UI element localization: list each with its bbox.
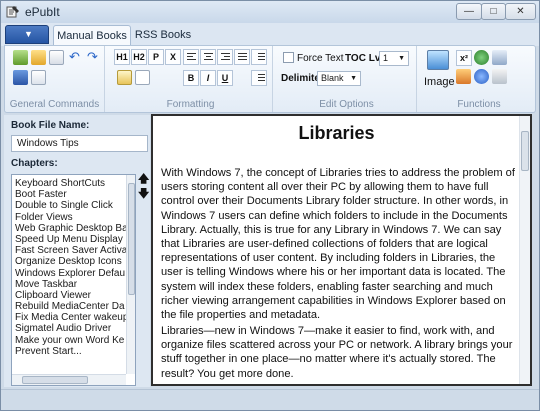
new-book-icon[interactable] — [13, 50, 28, 65]
chapter-list-item[interactable]: Organize Desktop Icons — [12, 256, 135, 267]
content-vertical-scrollbar[interactable] — [519, 116, 530, 384]
group-label-general: General Commands — [9, 99, 100, 110]
left-pane: Book File Name: Windows Tips Chapters: K… — [4, 115, 150, 387]
minimize-button[interactable]: — — [456, 3, 482, 20]
tab-rss-books[interactable]: RSS Books — [133, 25, 193, 46]
ribbon-tab-strip: ▼ Manual Books RSS Books — [1, 23, 539, 46]
chapter-list-item[interactable]: Prevent Start... — [12, 346, 135, 357]
group-label-formatting: Formatting — [166, 99, 215, 110]
italic-button[interactable]: I — [200, 70, 216, 86]
chapter-list-item[interactable]: Sigmatel Audio Driver — [12, 323, 135, 334]
save-icon[interactable] — [13, 70, 28, 85]
export-epub-icon[interactable] — [31, 70, 46, 85]
chapter-list-item[interactable]: Fix Media Center wakeup — [12, 312, 135, 323]
group-functions: Image x² Functions — [421, 46, 537, 112]
image-label[interactable]: Image — [424, 76, 455, 88]
insert-text-icon[interactable] — [135, 70, 150, 85]
image-icon[interactable] — [427, 50, 449, 70]
force-text-label: Force Text — [297, 53, 344, 64]
ribbon: ↶ ↷ General Commands H1 H2 P X B I U For… — [4, 45, 536, 113]
scroll-thumb[interactable] — [22, 376, 88, 384]
superscript-button[interactable]: x² — [456, 50, 472, 66]
application-menu-button[interactable]: ▼ — [5, 25, 49, 44]
toc-lvl-value: 1 — [383, 53, 389, 63]
book-file-label: Book File Name: — [11, 120, 90, 131]
numbered-list-icon[interactable] — [251, 70, 267, 86]
chapter-list-item[interactable]: Fast Screen Saver Activat — [12, 245, 135, 256]
group-formatting: H1 H2 P X B I U Formatting — [109, 46, 273, 112]
chapter-list-item[interactable]: Clipboard Viewer — [12, 290, 135, 301]
undo-icon[interactable]: ↶ — [67, 50, 82, 65]
chapter-list-item[interactable]: Boot Faster — [12, 189, 135, 200]
paragraph-button[interactable]: P — [148, 49, 164, 65]
status-bar — [1, 389, 539, 410]
toc-lvl-dropdown[interactable]: 1 ▼ — [379, 51, 409, 66]
delimiter-value: Blank — [321, 73, 344, 83]
chapter-list-item[interactable]: Keyboard ShortCuts — [12, 178, 135, 189]
align-right-icon[interactable] — [217, 49, 233, 65]
tab-manual-books[interactable]: Manual Books — [53, 25, 131, 46]
content-paragraph: Libraries—new in Windows 7—make it easie… — [161, 325, 513, 380]
web-icon[interactable] — [474, 50, 489, 65]
align-center-icon[interactable] — [200, 49, 216, 65]
group-label-functions: Functions — [457, 99, 501, 110]
group-edit-options: Force Text TOC Lvl 1 ▼ Delimiter Blank ▼ E… — [277, 46, 417, 112]
chapter-list-item[interactable]: Speed Up Menu Display — [12, 234, 135, 245]
chapter-list-item[interactable]: Make your own Word Ke — [12, 335, 135, 346]
new-document-icon[interactable] — [49, 50, 64, 65]
scroll-thumb[interactable] — [128, 183, 135, 295]
highlight-icon[interactable] — [117, 70, 132, 85]
content-paragraph: With Windows 7, the concept of Libraries… — [161, 167, 515, 322]
title-bar: ePubIt — □ ✕ — [1, 1, 539, 23]
chapter-items: Keyboard ShortCuts Boot Faster Double to S… — [12, 175, 135, 357]
align-left-icon[interactable] — [183, 49, 199, 65]
rss-icon[interactable] — [456, 69, 471, 84]
app-window: ePubIt — □ ✕ ▼ Manual Books RSS Books ↶ … — [0, 0, 540, 411]
chapter-list-item[interactable]: Move Taskbar — [12, 279, 135, 290]
chapter-content-editor[interactable]: Libraries With Windows 7, the concept of… — [151, 114, 532, 386]
chevron-down-icon: ▼ — [24, 29, 33, 39]
justify-icon[interactable] — [234, 49, 250, 65]
book-file-input[interactable]: Windows Tips — [11, 135, 148, 152]
bullet-list-icon[interactable] — [251, 49, 267, 65]
toc-lvl-label: TOC Lvl — [345, 53, 384, 64]
chapter-list-item[interactable]: Windows Explorer Defau — [12, 268, 135, 279]
tools-icon[interactable] — [492, 69, 507, 84]
delimiter-dropdown[interactable]: Blank ▼ — [317, 71, 361, 86]
scroll-thumb[interactable] — [521, 131, 529, 171]
chapter-list-item[interactable]: Double to Single Click — [12, 200, 135, 211]
close-button[interactable]: ✕ — [505, 3, 536, 20]
group-general-commands: ↶ ↷ General Commands — [5, 46, 105, 112]
app-icon — [6, 6, 19, 18]
maximize-button[interactable]: □ — [481, 3, 506, 20]
move-chapter-down-button[interactable]: 🡇 — [138, 188, 149, 200]
heading2-button[interactable]: H2 — [131, 49, 147, 65]
chevron-down-icon: ▼ — [350, 75, 357, 82]
underline-button[interactable]: U — [217, 70, 233, 86]
chapters-label: Chapters: — [11, 158, 58, 169]
chapter-list-vertical-scrollbar[interactable] — [126, 175, 135, 374]
chapter-list-horizontal-scrollbar[interactable] — [12, 374, 126, 385]
bold-button[interactable]: B — [183, 70, 199, 86]
chapter-list[interactable]: Keyboard ShortCuts Boot Faster Double to S… — [11, 174, 136, 386]
heading1-button[interactable]: H1 — [114, 49, 130, 65]
move-chapter-up-button[interactable]: 🡅 — [138, 173, 149, 185]
open-folder-icon[interactable] — [31, 50, 46, 65]
chevron-down-icon: ▼ — [398, 55, 405, 62]
redo-icon[interactable]: ↷ — [85, 50, 100, 65]
chapter-list-item[interactable]: Rebuild MediaCenter Da — [12, 301, 135, 312]
help-icon[interactable] — [474, 69, 489, 84]
content-title: Libraries — [298, 123, 375, 143]
window-title: ePubIt — [25, 5, 60, 19]
users-icon[interactable] — [492, 50, 507, 65]
chapter-list-item[interactable]: Folder Views — [12, 212, 135, 223]
group-label-edit: Edit Options — [319, 99, 374, 110]
force-text-checkbox[interactable] — [283, 52, 294, 63]
clear-format-button[interactable]: X — [165, 49, 181, 65]
chapter-list-item[interactable]: Web Graphic Desktop Ba — [12, 223, 135, 234]
